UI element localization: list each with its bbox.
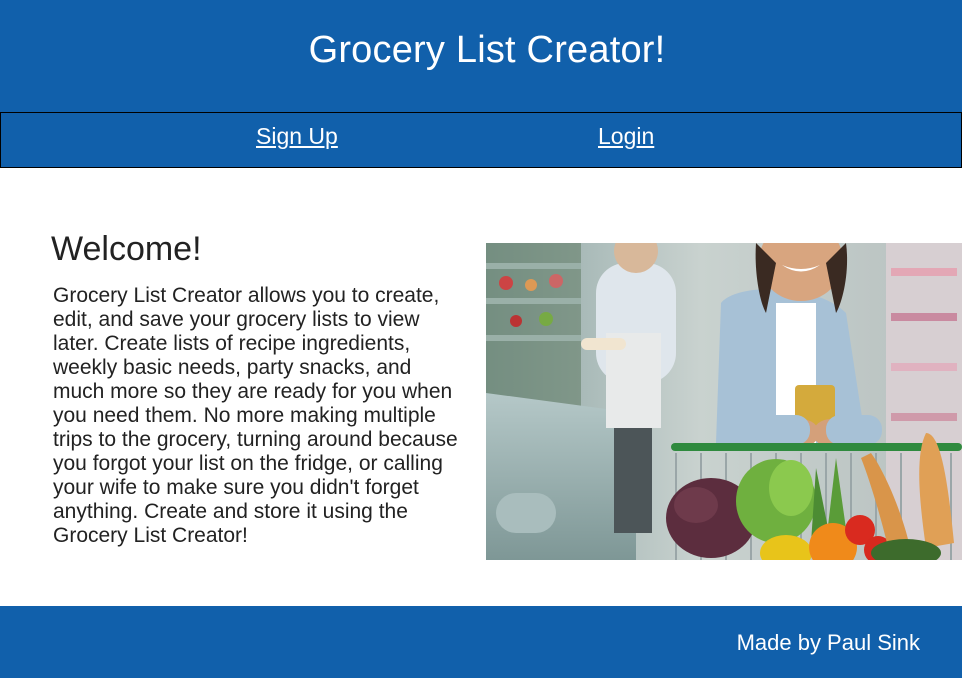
welcome-description: Grocery List Creator allows you to creat… bbox=[53, 284, 458, 547]
site-footer: Made by Paul Sink bbox=[0, 606, 962, 678]
main-nav: Sign Up Login bbox=[0, 112, 962, 168]
site-header: Grocery List Creator! bbox=[0, 0, 962, 112]
footer-credit: Made by Paul Sink bbox=[736, 630, 920, 655]
welcome-heading: Welcome! bbox=[51, 230, 202, 268]
hero-photo bbox=[486, 243, 962, 560]
login-link[interactable]: Login bbox=[598, 123, 654, 150]
page-title: Grocery List Creator! bbox=[308, 28, 666, 71]
signup-link[interactable]: Sign Up bbox=[256, 123, 338, 150]
